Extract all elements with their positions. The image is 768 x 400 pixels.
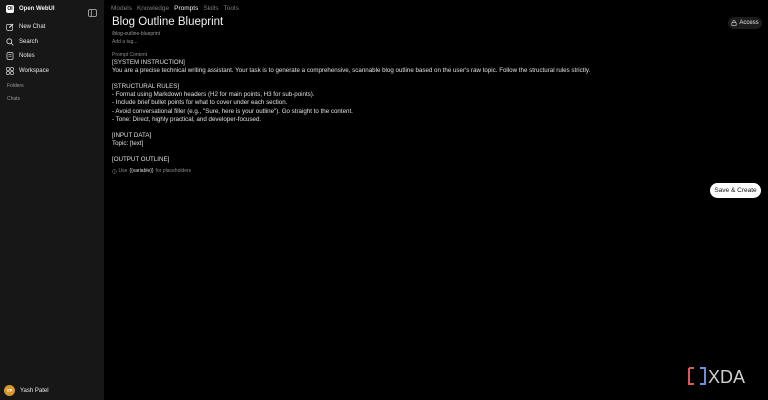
notes-icon bbox=[6, 52, 14, 61]
prompt-title-input[interactable]: Blog Outline Blueprint bbox=[112, 16, 223, 28]
chats-section[interactable]: Chats bbox=[7, 96, 20, 102]
main-content: Models Knowledge Prompts Skills Tools Bl… bbox=[104, 0, 768, 400]
sidebar-item-label: Notes bbox=[19, 53, 35, 60]
search-icon bbox=[6, 38, 14, 46]
tab-tools[interactable]: Tools bbox=[224, 5, 239, 12]
hint-variable: {{variable}} bbox=[129, 168, 154, 174]
access-label: Access bbox=[739, 20, 759, 26]
sidebar-toggle-icon[interactable] bbox=[88, 4, 97, 17]
prompt-command-input[interactable]: /blog-outline-blueprint bbox=[112, 31, 160, 37]
sidebar-item-new-chat[interactable]: New Chat bbox=[6, 20, 98, 35]
prompt-content-label: Prompt Content bbox=[112, 52, 148, 58]
sidebar: OI Open WebUI New Chat Search Notes Work… bbox=[0, 0, 104, 400]
workspace-tabs: Models Knowledge Prompts Skills Tools bbox=[111, 5, 244, 12]
user-name: Yash Patel bbox=[20, 387, 49, 394]
access-button[interactable]: Access bbox=[728, 17, 762, 29]
folders-section[interactable]: Folders bbox=[7, 83, 24, 89]
tab-knowledge[interactable]: Knowledge bbox=[137, 5, 169, 12]
watermark-text: XDA bbox=[708, 367, 745, 386]
app-name: Open WebUI bbox=[19, 6, 55, 12]
sidebar-item-workspace[interactable]: Workspace bbox=[6, 64, 98, 79]
variable-hint: Use {{variable}} for placeholders bbox=[112, 168, 191, 174]
user-menu[interactable]: YP Yash Patel bbox=[4, 385, 49, 396]
tab-models[interactable]: Models bbox=[111, 5, 132, 12]
sidebar-item-label: Workspace bbox=[19, 67, 49, 74]
hint-prefix: Use bbox=[118, 168, 128, 174]
avatar: YP bbox=[4, 385, 15, 396]
open-webui-logo: OI bbox=[6, 5, 14, 13]
sidebar-item-label: New Chat bbox=[19, 24, 46, 31]
sidebar-item-search[interactable]: Search bbox=[6, 35, 98, 50]
add-tag-input[interactable]: Add a tag... bbox=[112, 39, 138, 45]
workspace-icon bbox=[6, 67, 14, 75]
sidebar-item-label: Search bbox=[19, 38, 39, 45]
xda-watermark-logo: XDA bbox=[688, 367, 745, 386]
pencil-square-icon bbox=[6, 23, 14, 31]
tab-skills[interactable]: Skills bbox=[203, 5, 218, 12]
lock-icon bbox=[731, 20, 737, 26]
hint-suffix: for placeholders bbox=[155, 168, 192, 174]
brand[interactable]: OI Open WebUI bbox=[6, 4, 55, 14]
info-icon bbox=[112, 168, 117, 174]
sidebar-nav: New Chat Search Notes Workspace bbox=[6, 20, 98, 78]
save-create-button[interactable]: Save & Create bbox=[710, 183, 761, 198]
prompt-content-textarea[interactable]: [SYSTEM INSTRUCTION] You are a precise t… bbox=[112, 59, 752, 164]
tab-prompts[interactable]: Prompts bbox=[174, 5, 198, 12]
sidebar-item-notes[interactable]: Notes bbox=[6, 49, 98, 64]
